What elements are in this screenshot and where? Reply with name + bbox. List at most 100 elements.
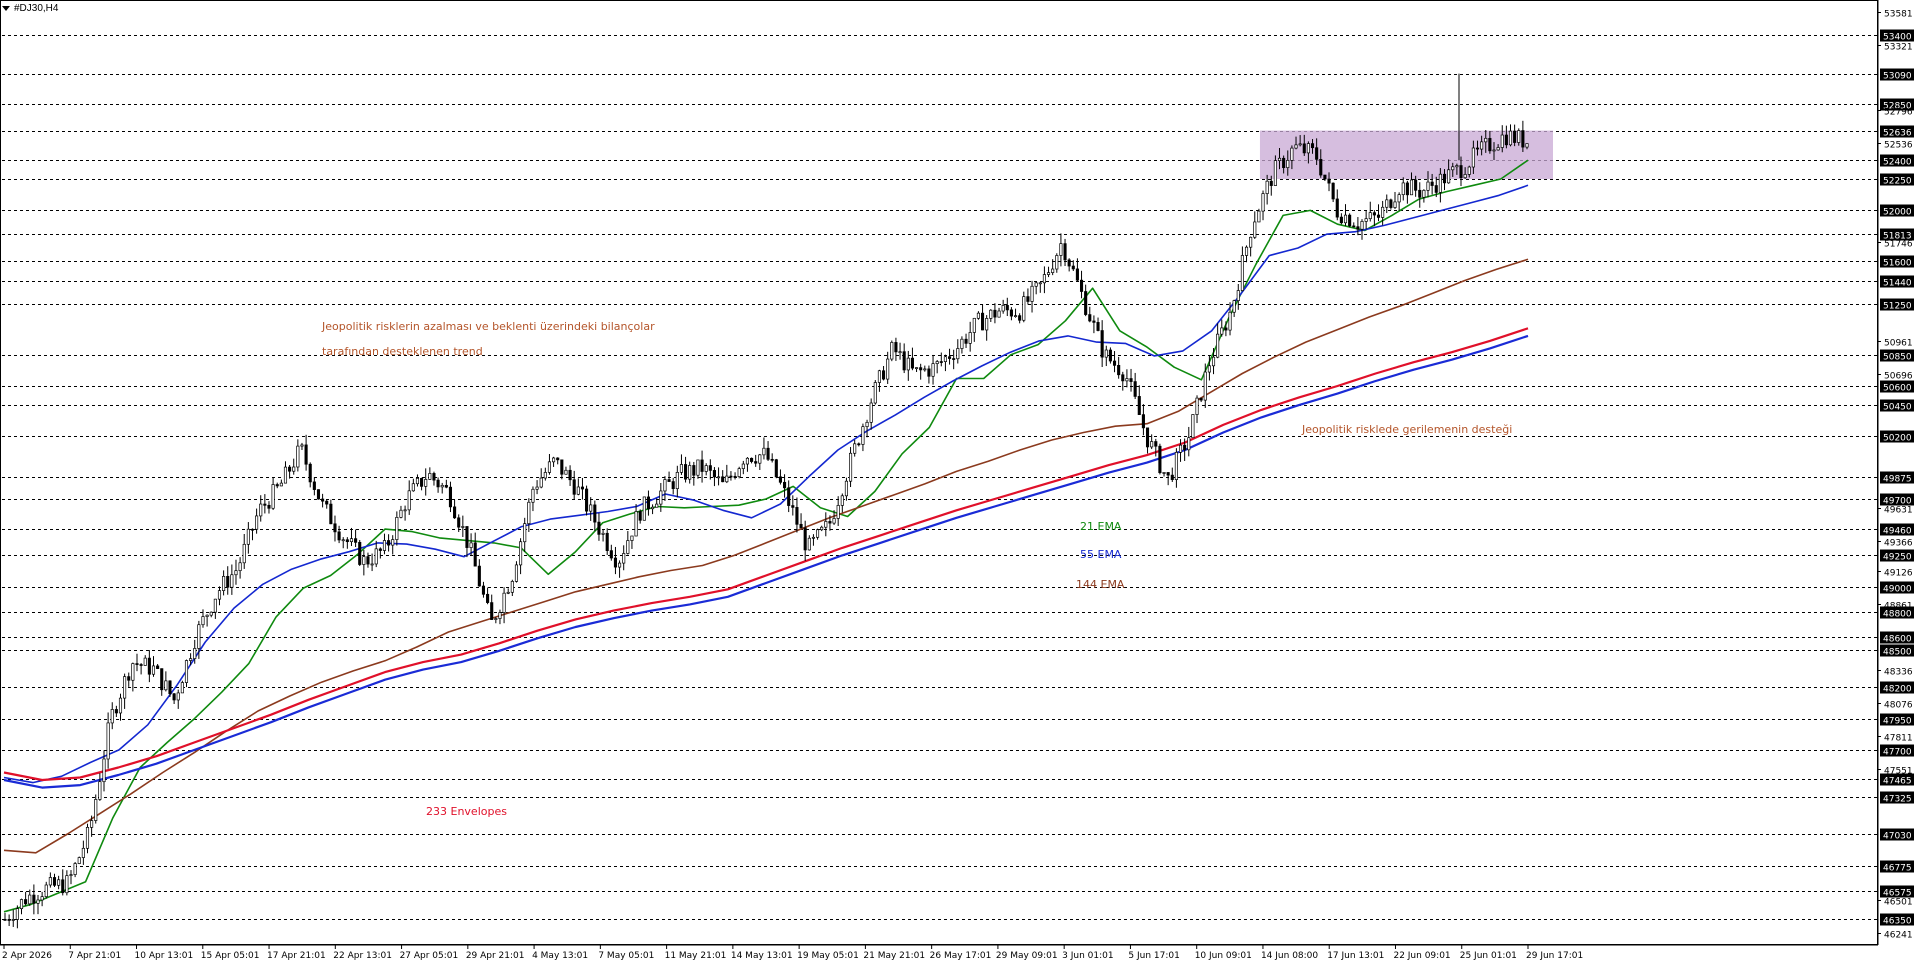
candle-body bbox=[1216, 333, 1220, 358]
candle-body bbox=[1459, 165, 1463, 179]
candle-body bbox=[840, 495, 844, 506]
candle-body bbox=[1426, 181, 1430, 191]
candle-body bbox=[1059, 243, 1063, 256]
candle-body bbox=[28, 894, 32, 905]
candle-body bbox=[1348, 214, 1352, 227]
dropdown-triangle-icon[interactable] bbox=[2, 6, 10, 11]
price-badge-label: 52400 bbox=[1883, 158, 1912, 168]
candle-body bbox=[1269, 180, 1273, 186]
candle-body bbox=[189, 658, 193, 661]
candle-body bbox=[1137, 396, 1141, 415]
candle-body bbox=[791, 505, 795, 508]
candle-body bbox=[663, 479, 667, 492]
candle-body bbox=[576, 486, 580, 495]
candle-body bbox=[675, 472, 679, 490]
candle-body bbox=[750, 457, 754, 462]
candle-body bbox=[24, 899, 28, 905]
candle-body bbox=[246, 528, 250, 545]
candle-body bbox=[1389, 199, 1393, 208]
candle-body bbox=[931, 363, 935, 377]
candle-body bbox=[877, 370, 881, 383]
candle-body bbox=[1496, 147, 1500, 151]
candle-body bbox=[873, 382, 877, 404]
candle-body bbox=[345, 539, 349, 543]
candle-body bbox=[597, 521, 601, 535]
price-badge-label: 50200 bbox=[1883, 434, 1912, 444]
candle-body bbox=[1368, 212, 1372, 220]
candle-body bbox=[618, 562, 622, 568]
candle-body bbox=[1203, 371, 1207, 401]
candle-body bbox=[560, 459, 564, 475]
candle-body bbox=[712, 470, 716, 478]
candle-body bbox=[1422, 189, 1426, 198]
candle-body bbox=[172, 693, 176, 701]
candle-body bbox=[1356, 226, 1360, 230]
candle-body bbox=[440, 484, 444, 488]
candle-body bbox=[271, 484, 275, 509]
candle-body bbox=[81, 847, 85, 858]
candle-body bbox=[1492, 149, 1496, 152]
candle-body bbox=[1026, 296, 1030, 302]
candle-body bbox=[1187, 437, 1191, 451]
candle-body bbox=[1236, 290, 1240, 301]
candle-body bbox=[939, 361, 943, 363]
candle-body bbox=[1071, 265, 1075, 270]
candle-body bbox=[61, 879, 65, 894]
candle-body bbox=[1277, 157, 1282, 161]
candle-body bbox=[279, 482, 283, 487]
candle-body bbox=[1117, 365, 1121, 376]
candle-body bbox=[609, 550, 613, 559]
ema55-label: 55 EMA bbox=[1080, 548, 1122, 561]
candle-body bbox=[370, 563, 374, 566]
time-tick-label: 10 Jun 09:01 bbox=[1195, 951, 1252, 961]
candle-body bbox=[444, 484, 448, 488]
price-tick-label: 52536 bbox=[1884, 141, 1913, 151]
candle-body bbox=[688, 465, 692, 480]
candle-body bbox=[1038, 282, 1042, 285]
time-tick-label: 17 Jun 13:01 bbox=[1327, 951, 1384, 961]
candle-body bbox=[469, 542, 473, 548]
candle-body bbox=[1455, 165, 1459, 168]
candle-body bbox=[828, 521, 832, 524]
chart-area[interactable]: Jeopolitik risklerin azalması ve beklent… bbox=[0, 0, 1916, 963]
candle-body bbox=[1199, 397, 1203, 401]
candle-body bbox=[77, 857, 81, 864]
candle-body bbox=[316, 489, 321, 500]
candle-body bbox=[539, 477, 543, 488]
candle-body bbox=[927, 368, 931, 377]
candle-body bbox=[1290, 147, 1294, 161]
time-tick-label: 4 May 13:01 bbox=[532, 951, 588, 961]
candle-body bbox=[1075, 268, 1079, 281]
price-tick-label: 50696 bbox=[1884, 372, 1913, 382]
candle-body bbox=[168, 680, 172, 695]
candle-body bbox=[552, 457, 556, 463]
price-tick-label: 48076 bbox=[1884, 701, 1913, 711]
time-tick-label: 2 Apr 2026 bbox=[2, 951, 52, 961]
candle-body bbox=[85, 827, 90, 849]
candle-body bbox=[1096, 322, 1100, 331]
candle-body bbox=[1034, 282, 1038, 287]
time-tick-label: 5 Jun 17:01 bbox=[1128, 951, 1179, 961]
candle-body bbox=[135, 663, 139, 665]
candle-body bbox=[844, 480, 848, 497]
price-badge-label: 52000 bbox=[1883, 208, 1912, 218]
symbol-header[interactable]: #DJ30,H4 bbox=[2, 3, 58, 14]
candle-body bbox=[861, 426, 865, 445]
candle-body bbox=[1121, 374, 1125, 382]
candle-body bbox=[1323, 174, 1327, 180]
time-tick-label: 7 Apr 21:01 bbox=[68, 951, 121, 961]
candle-body bbox=[704, 465, 708, 472]
candle-body bbox=[1401, 182, 1405, 196]
candle-body bbox=[1232, 300, 1236, 313]
price-badge-label: 46775 bbox=[1883, 864, 1912, 874]
candle-body bbox=[308, 463, 312, 483]
candle-body bbox=[415, 477, 420, 485]
candle-body bbox=[783, 481, 787, 489]
candle-body bbox=[494, 618, 498, 620]
price-tick-label: 53581 bbox=[1884, 10, 1913, 20]
time-tick-label: 29 May 09:01 bbox=[996, 951, 1058, 961]
price-chart: Jeopolitik risklerin azalması ve beklent… bbox=[0, 0, 1916, 963]
price-badge-label: 51440 bbox=[1883, 279, 1912, 289]
candle-body bbox=[486, 593, 490, 603]
candle-body bbox=[1310, 143, 1315, 149]
